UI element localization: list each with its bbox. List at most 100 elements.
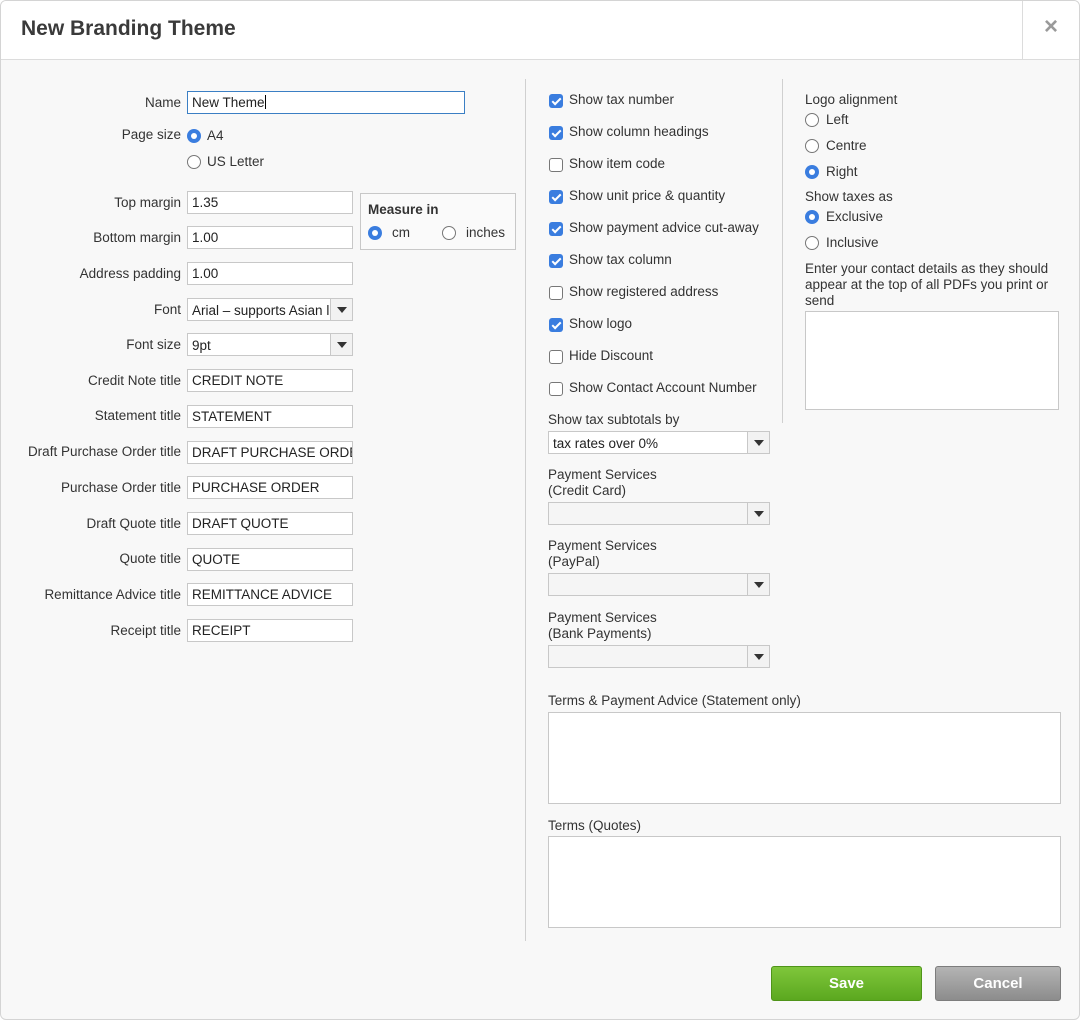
logo-align-right-radio[interactable] <box>805 165 819 179</box>
cancel-button[interactable]: Cancel <box>935 966 1061 1001</box>
tax-subtotals-select[interactable]: tax rates over 0% <box>548 431 770 454</box>
chevron-down-icon[interactable] <box>747 646 769 667</box>
logo-align-left-radio[interactable] <box>805 113 819 127</box>
taxes-exclusive-radio[interactable] <box>805 210 819 224</box>
payment-paypal-select[interactable] <box>548 573 770 596</box>
show-contact-account-number-label[interactable]: Show Contact Account Number <box>569 380 757 395</box>
show-payment-advice-label[interactable]: Show payment advice cut-away <box>569 220 759 235</box>
show-unit-price-quantity-label[interactable]: Show unit price & quantity <box>569 188 725 203</box>
address-padding-input[interactable]: 1.00 <box>187 262 353 285</box>
draft-quote-title-input[interactable]: DRAFT QUOTE <box>187 512 353 535</box>
page-size-us-letter-label[interactable]: US Letter <box>207 154 264 169</box>
show-registered-address-checkbox[interactable] <box>549 286 563 300</box>
logo-alignment-label: Logo alignment <box>805 92 898 107</box>
bottom-margin-input[interactable]: 1.00 <box>187 226 353 249</box>
measure-inches-radio[interactable] <box>442 226 456 240</box>
credit-note-title-label: Credit Note title <box>87 373 181 388</box>
payment-bank-select[interactable] <box>548 645 770 668</box>
payment-credit-card-label: Payment Services <box>548 467 657 482</box>
chevron-down-icon[interactable] <box>330 299 352 320</box>
terms-statement-textarea[interactable] <box>548 712 1061 804</box>
name-label: Name <box>144 95 181 110</box>
measure-inches-label[interactable]: inches <box>466 225 505 240</box>
logo-align-centre-label[interactable]: Centre <box>826 138 867 153</box>
show-tax-number-label[interactable]: Show tax number <box>569 92 674 107</box>
column-divider <box>782 79 783 423</box>
terms-statement-label: Terms & Payment Advice (Statement only) <box>548 693 801 708</box>
show-unit-price-quantity-checkbox[interactable] <box>549 190 563 204</box>
purchase-order-title-input[interactable]: PURCHASE ORDER <box>187 476 353 499</box>
receipt-title-input[interactable]: RECEIPT <box>187 619 353 642</box>
measure-cm-label[interactable]: cm <box>392 225 410 240</box>
chevron-down-icon[interactable] <box>747 432 769 453</box>
name-input[interactable]: New Theme <box>187 91 465 114</box>
logo-align-left-label[interactable]: Left <box>826 112 849 127</box>
name-input-value: New Theme <box>192 95 265 110</box>
address-padding-label: Address padding <box>79 266 181 281</box>
payment-paypal-label: Payment Services <box>548 538 657 553</box>
statement-title-input[interactable]: STATEMENT <box>187 405 353 428</box>
contact-details-label-line3: send <box>805 293 835 308</box>
chevron-down-icon[interactable] <box>747 503 769 524</box>
taxes-exclusive-label[interactable]: Exclusive <box>826 209 883 224</box>
terms-quotes-textarea[interactable] <box>548 836 1061 928</box>
draft-purchase-order-title-label: Draft Purchase Order title <box>27 444 181 459</box>
show-tax-column-checkbox[interactable] <box>549 254 563 268</box>
draft-purchase-order-title-input[interactable]: DRAFT PURCHASE ORDER <box>187 441 353 464</box>
payment-credit-card-select[interactable] <box>548 502 770 525</box>
receipt-title-label: Receipt title <box>110 623 181 638</box>
save-button[interactable]: Save <box>771 966 922 1001</box>
measure-in-title: Measure in <box>368 202 439 217</box>
taxes-inclusive-radio[interactable] <box>805 236 819 250</box>
statement-title-label: Statement title <box>94 408 181 423</box>
top-margin-input[interactable]: 1.35 <box>187 191 353 214</box>
show-payment-advice-checkbox[interactable] <box>549 222 563 236</box>
contact-details-textarea[interactable] <box>805 311 1059 410</box>
chevron-down-icon[interactable] <box>330 334 352 355</box>
measure-cm-radio[interactable] <box>368 226 382 240</box>
tax-subtotals-label: Show tax subtotals by <box>548 412 680 427</box>
chevron-down-icon[interactable] <box>747 574 769 595</box>
close-icon[interactable]: × <box>1044 15 1058 39</box>
draft-quote-title-label: Draft Quote title <box>86 516 181 531</box>
show-tax-column-label[interactable]: Show tax column <box>569 252 672 267</box>
font-size-select[interactable]: 9pt <box>187 333 353 356</box>
branding-theme-dialog: New Branding Theme × Name New Theme Page… <box>0 0 1080 1020</box>
show-logo-label[interactable]: Show logo <box>569 316 632 331</box>
show-registered-address-label[interactable]: Show registered address <box>569 284 718 299</box>
logo-align-centre-radio[interactable] <box>805 139 819 153</box>
quote-title-input[interactable]: QUOTE <box>187 548 353 571</box>
quote-title-label: Quote title <box>119 551 181 566</box>
show-item-code-checkbox[interactable] <box>549 158 563 172</box>
show-item-code-label[interactable]: Show item code <box>569 156 665 171</box>
show-column-headings-label[interactable]: Show column headings <box>569 124 709 139</box>
contact-details-label-line1: Enter your contact details as they shoul… <box>805 261 1049 276</box>
font-size-select-value: 9pt <box>192 338 211 353</box>
remittance-advice-title-input[interactable]: REMITTANCE ADVICE <box>187 583 353 606</box>
column-divider <box>525 79 526 941</box>
show-tax-number-checkbox[interactable] <box>549 94 563 108</box>
payment-paypal-sublabel: (PayPal) <box>548 554 600 569</box>
page-size-a4-label[interactable]: A4 <box>207 128 224 143</box>
show-logo-checkbox[interactable] <box>549 318 563 332</box>
font-label: Font <box>153 302 181 317</box>
payment-credit-card-sublabel: (Credit Card) <box>548 483 627 498</box>
close-button[interactable]: × <box>1022 1 1079 59</box>
credit-note-title-input[interactable]: CREDIT NOTE <box>187 369 353 392</box>
top-margin-label: Top margin <box>114 195 181 210</box>
tax-subtotals-select-value: tax rates over 0% <box>553 436 659 451</box>
logo-align-right-label[interactable]: Right <box>826 164 858 179</box>
show-column-headings-checkbox[interactable] <box>549 126 563 140</box>
purchase-order-title-label: Purchase Order title <box>60 480 181 495</box>
taxes-inclusive-label[interactable]: Inclusive <box>826 235 879 250</box>
font-size-label: Font size <box>126 337 181 352</box>
show-contact-account-number-checkbox[interactable] <box>549 382 563 396</box>
hide-discount-label[interactable]: Hide Discount <box>569 348 653 363</box>
font-select[interactable]: Arial – supports Asian l <box>187 298 353 321</box>
page-size-a4-radio[interactable] <box>187 129 201 143</box>
page-size-us-letter-radio[interactable] <box>187 155 201 169</box>
remittance-advice-title-label: Remittance Advice title <box>44 587 181 602</box>
text-cursor <box>264 95 266 109</box>
payment-bank-label: Payment Services <box>548 610 657 625</box>
hide-discount-checkbox[interactable] <box>549 350 563 364</box>
